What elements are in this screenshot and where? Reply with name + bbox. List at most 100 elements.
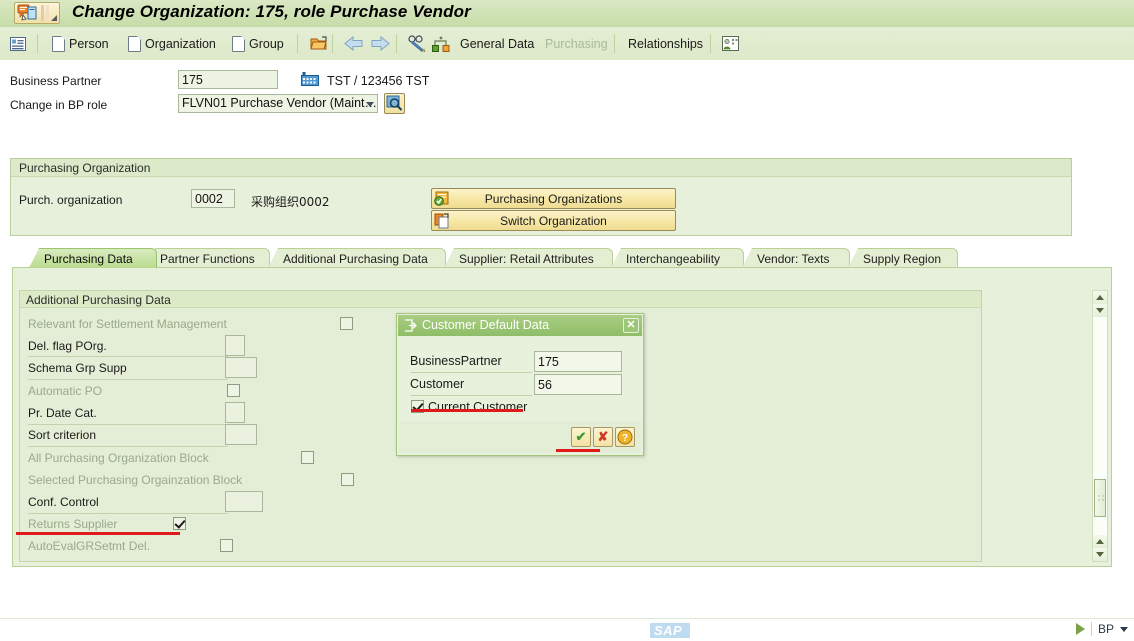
input-del-flag-porg[interactable] [225, 335, 245, 356]
scroll-up-icon[interactable] [1093, 535, 1107, 548]
toolbar-button-group[interactable]: Group [228, 27, 288, 60]
document-icon [232, 35, 245, 52]
title-icon-bar-1 [41, 5, 44, 21]
arrow-right-icon[interactable] [366, 27, 394, 60]
tab-partner-functions[interactable]: Partner Functions [145, 248, 270, 268]
arrow-left-icon[interactable] [340, 27, 368, 60]
dialog-field-underline [410, 372, 532, 373]
bp-change-icon[interactable] [14, 2, 60, 24]
dialog-input-business-partner[interactable] [534, 351, 622, 372]
switch-page-icon [434, 213, 450, 229]
scroll-up-icon[interactable] [1093, 291, 1107, 304]
input-schema-grp-supp[interactable] [225, 357, 257, 378]
chevron-down-icon[interactable] [1120, 626, 1128, 632]
toolbar-button-person-label: Person [69, 36, 109, 51]
tab-interchangeability[interactable]: Interchangeability [611, 248, 744, 268]
toolbar-nav-purchasing: Purchasing [541, 27, 612, 60]
status-bar: SAP BP [0, 618, 1134, 641]
application-toolbar: Person Organization Group General Data P… [0, 27, 1134, 61]
dialog-input-customer[interactable] [534, 374, 622, 395]
purch-organization-description: 采购组织0002 [251, 195, 330, 209]
customer-default-data-dialog: Customer Default Data ✕ BusinessPartner … [396, 313, 644, 456]
purch-organization-label: Purch. organization [19, 193, 123, 207]
list-icon[interactable] [6, 27, 30, 60]
svg-text:?: ? [622, 433, 628, 444]
open-folder-glyph [310, 35, 327, 49]
input-conf-control[interactable] [225, 491, 263, 512]
toolbar-button-person[interactable]: Person [48, 27, 113, 60]
checkbox-returns-supplier[interactable] [173, 517, 186, 530]
bp-change-glyph [17, 4, 37, 21]
tab-vendor-texts[interactable]: Vendor: Texts [742, 248, 850, 268]
header-spacer [0, 150, 1134, 158]
annotation-underline-confirm-button [556, 449, 600, 452]
input-sort-criterion[interactable] [225, 424, 257, 445]
scroll-down-icon[interactable] [1093, 548, 1107, 561]
list-icon-glyph [10, 36, 26, 51]
relationship-hierarchy-icon[interactable] [428, 27, 456, 60]
subscreen-vertical-scrollbar[interactable] [1092, 290, 1108, 562]
field-label-all-purchasing-org-block: All Purchasing Organization Block [28, 451, 209, 465]
toolbar-separator [614, 34, 615, 53]
document-icon [52, 35, 65, 52]
bp-role-select[interactable]: FLVN01 Purchase Vendor (Maint… [178, 94, 378, 113]
toolbar-separator [710, 34, 711, 53]
toolbar-separator [297, 34, 298, 53]
open-folder-icon[interactable] [306, 27, 332, 60]
business-partner-label: Business Partner [10, 74, 102, 88]
tab-supply-region[interactable]: Supply Region [848, 248, 958, 268]
field-underline [28, 356, 228, 357]
business-card-glyph [722, 35, 739, 51]
play-triangle-icon[interactable] [1075, 623, 1085, 635]
field-label-conf-control: Conf. Control [28, 495, 99, 509]
dialog-close-button[interactable]: ✕ [623, 318, 639, 333]
toolbar-nav-general-data[interactable]: General Data [456, 27, 538, 60]
switch-organization-button[interactable]: Switch Organization [431, 210, 676, 231]
dialog-confirm-button[interactable]: ✔ [571, 427, 591, 447]
scroll-down-icon[interactable] [1093, 304, 1107, 317]
dialog-icon [405, 319, 417, 332]
field-label-selected-purchasing-org-block: Selected Purchasing Orgainzation Block [28, 473, 243, 487]
toolbar-nav-general-data-label: General Data [460, 36, 535, 51]
tab-purchasing-data[interactable]: Purchasing Data [29, 248, 157, 268]
subscreen-title: Additional Purchasing Data [20, 291, 981, 308]
purch-organization-input[interactable] [191, 189, 235, 208]
dialog-title-text: Customer Default Data [422, 318, 550, 332]
checkbox-selected-purchasing-org-block[interactable] [341, 473, 354, 486]
tab-supplier-retail-attributes[interactable]: Supplier: Retail Attributes [444, 248, 613, 268]
checkbox-automatic-po[interactable] [227, 384, 240, 397]
toolbar-nav-purchasing-label: Purchasing [545, 36, 608, 51]
purchasing-organization-group: Purchasing Organization Purch. organizat… [10, 158, 1072, 236]
purchasing-organizations-button[interactable]: Purchasing Organizations [431, 188, 676, 209]
toolbar-button-group-label: Group [249, 36, 284, 51]
check-shield-icon [434, 191, 450, 207]
purchasing-organizations-button-label: Purchasing Organizations [484, 191, 623, 206]
business-partner-input[interactable] [178, 70, 278, 89]
field-label-pr-date-cat: Pr. Date Cat. [28, 406, 97, 420]
checkbox-relevant-settlement-management[interactable] [340, 317, 353, 330]
arrow-right-glyph [371, 36, 390, 51]
magnifier-icon [386, 95, 403, 111]
scrollbar-thumb[interactable] [1094, 479, 1106, 517]
bp-role-search-button[interactable] [384, 93, 405, 114]
annotation-underline-returns-supplier [16, 532, 180, 535]
header-fields-area: Business Partner TST / 123456 TST Change… [0, 60, 1134, 150]
title-icon-corner [51, 15, 57, 21]
bp-role-value: FLVN01 Purchase Vendor (Maint… [182, 96, 378, 110]
tab-additional-purchasing-data-label: Additional Purchasing Data [283, 252, 428, 266]
dialog-field-label-customer: Customer [410, 377, 465, 391]
hierarchy-glyph [432, 36, 450, 52]
checkbox-all-purchasing-org-block[interactable] [301, 451, 314, 464]
tab-additional-purchasing-data[interactable]: Additional Purchasing Data [268, 248, 446, 268]
input-pr-date-cat[interactable] [225, 402, 245, 423]
document-icon [128, 35, 141, 52]
toolbar-nav-relationships[interactable]: Relationships [624, 27, 707, 60]
checkbox-autoeval-gr-setmt-del[interactable] [220, 539, 233, 552]
dialog-cancel-button[interactable]: ✘ [593, 427, 613, 447]
toolbar-button-organization[interactable]: Organization [124, 27, 220, 60]
business-card-icon[interactable] [718, 27, 746, 60]
title-icon-bar-2 [46, 5, 49, 21]
purchasing-organization-group-body: Purch. organization 采购组织0002 Purchasing … [11, 177, 1071, 235]
dialog-help-button[interactable]: ? [615, 427, 635, 447]
dialog-footer: ✔ ✘ ? [399, 421, 641, 453]
